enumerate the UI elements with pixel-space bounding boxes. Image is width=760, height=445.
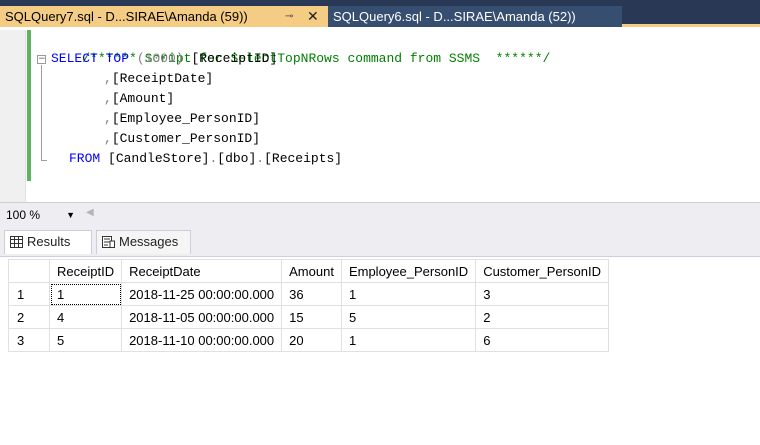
column-header[interactable]: ReceiptDate <box>121 259 283 283</box>
close-icon[interactable]: ✕ <box>307 6 319 27</box>
fold-guide-line <box>41 65 42 161</box>
zoom-dropdown[interactable]: 100 % ▼ <box>3 206 77 224</box>
grid-cell[interactable]: 4 <box>48 305 123 329</box>
tab-title: SQLQuery6.sql - D...SIRAE\Amanda (52)) <box>333 9 576 24</box>
zoom-value: 100 % <box>6 208 41 222</box>
grid-cell[interactable]: 36 <box>281 282 342 306</box>
document-tab-strip: SQLQuery7.sql - D...SIRAE\Amanda (59)) ⊸… <box>0 0 760 27</box>
grid-cell[interactable]: 3 <box>475 282 609 306</box>
grid-corner[interactable] <box>8 259 50 283</box>
tab-results[interactable]: Results <box>4 230 92 254</box>
sql-comma: , <box>104 91 112 106</box>
code-line-comment: /****** Script for SelectTopNRows comman… <box>51 29 550 66</box>
column-header[interactable]: Customer_PersonID <box>475 259 609 283</box>
results-grid-pane[interactable]: ReceiptID ReceiptDate Amount Employee_Pe… <box>0 256 760 445</box>
tab-messages-label: Messages <box>119 234 179 249</box>
pin-icon[interactable]: ⊸ <box>285 6 293 27</box>
sql-column: [Amount] <box>111 91 175 106</box>
sql-comma: , <box>104 71 112 86</box>
grid-cell[interactable]: 2 <box>475 305 609 329</box>
fold-guide-end <box>41 160 47 161</box>
sql-keyword-from: FROM <box>69 151 101 166</box>
messages-icon <box>102 236 115 248</box>
table-row: 2 4 2018-11-05 00:00:00.000 15 5 2 <box>8 305 609 329</box>
sql-keyword-top: TOP <box>105 51 130 66</box>
grid-cell[interactable]: 1 <box>340 328 477 352</box>
code-line-column: ,[Employee_PersonID] <box>104 109 260 129</box>
grid-icon <box>10 236 23 248</box>
code-line-column: ,[Amount] <box>104 89 174 109</box>
code-line-column: ,[ReceiptDate] <box>104 69 213 89</box>
row-number[interactable]: 2 <box>8 305 50 329</box>
sql-column: [Employee_PersonID] <box>111 111 261 126</box>
results-grid: ReceiptID ReceiptDate Amount Employee_Pe… <box>8 259 609 352</box>
editor-margin <box>0 30 26 202</box>
sql-column: [ReceiptID] <box>191 51 278 66</box>
column-header[interactable]: Amount <box>281 259 342 283</box>
code-line-select: SELECT TOP (1000) [ReceiptID] <box>51 49 277 69</box>
tab-results-label: Results <box>27 234 71 249</box>
grid-cell[interactable]: 5 <box>340 305 477 329</box>
table-row: 1 1 2018-11-25 00:00:00.000 36 1 3 <box>8 282 609 306</box>
zoom-bar: 100 % ▼ ◀ <box>0 202 760 226</box>
grid-cell[interactable]: 2018-11-25 00:00:00.000 <box>121 282 283 306</box>
sql-column: [Customer_PersonID] <box>111 131 261 146</box>
grid-cell[interactable]: 20 <box>281 328 342 352</box>
grid-cell[interactable]: 2018-11-05 00:00:00.000 <box>121 305 283 329</box>
grid-cell[interactable]: 1 <box>48 282 123 306</box>
code-line-from: FROM [CandleStore].[dbo].[Receipts] <box>69 149 342 169</box>
tab-sqlquery6[interactable]: SQLQuery6.sql - D...SIRAE\Amanda (52)) <box>328 6 622 27</box>
tab-messages[interactable]: Messages <box>96 230 191 254</box>
grid-cell[interactable]: 2018-11-10 00:00:00.000 <box>121 328 283 352</box>
grid-cell[interactable]: 1 <box>340 282 477 306</box>
sql-dot: . <box>256 151 265 166</box>
column-header[interactable]: ReceiptID <box>48 259 123 283</box>
grid-header-row: ReceiptID ReceiptDate Amount Employee_Pe… <box>8 259 609 283</box>
grid-cell[interactable]: 5 <box>48 328 123 352</box>
sql-table: [Receipts] <box>264 151 343 166</box>
grid-cell[interactable]: 15 <box>281 305 342 329</box>
collapse-icon[interactable]: − <box>37 55 46 64</box>
table-row: 3 5 2018-11-10 00:00:00.000 20 1 6 <box>8 328 609 352</box>
sql-comma: , <box>104 111 112 126</box>
sql-comma: , <box>104 131 112 146</box>
tab-title: SQLQuery7.sql - D...SIRAE\Amanda (59)) <box>5 9 248 24</box>
column-header[interactable]: Employee_PersonID <box>340 259 477 283</box>
sql-keyword-select: SELECT <box>51 51 98 66</box>
scroll-left-icon[interactable]: ◀ <box>86 207 94 218</box>
code-line-column: ,[Customer_PersonID] <box>104 129 260 149</box>
sql-column: [ReceiptDate] <box>111 71 214 86</box>
change-tracking-bar <box>27 30 31 181</box>
sql-schema: [dbo] <box>217 151 257 166</box>
row-number[interactable]: 3 <box>8 328 50 352</box>
results-tab-strip: Results Messages <box>0 226 760 256</box>
tab-sqlquery7[interactable]: SQLQuery7.sql - D...SIRAE\Amanda (59)) ⊸… <box>0 6 328 27</box>
sql-top-value: (1000) <box>136 51 184 66</box>
query-editor[interactable]: /****** Script for SelectTopNRows comman… <box>0 30 760 202</box>
chevron-down-icon[interactable]: ▼ <box>66 206 75 224</box>
row-number[interactable]: 1 <box>8 282 50 306</box>
grid-cell[interactable]: 6 <box>475 328 609 352</box>
sql-database: [CandleStore] <box>108 151 210 166</box>
